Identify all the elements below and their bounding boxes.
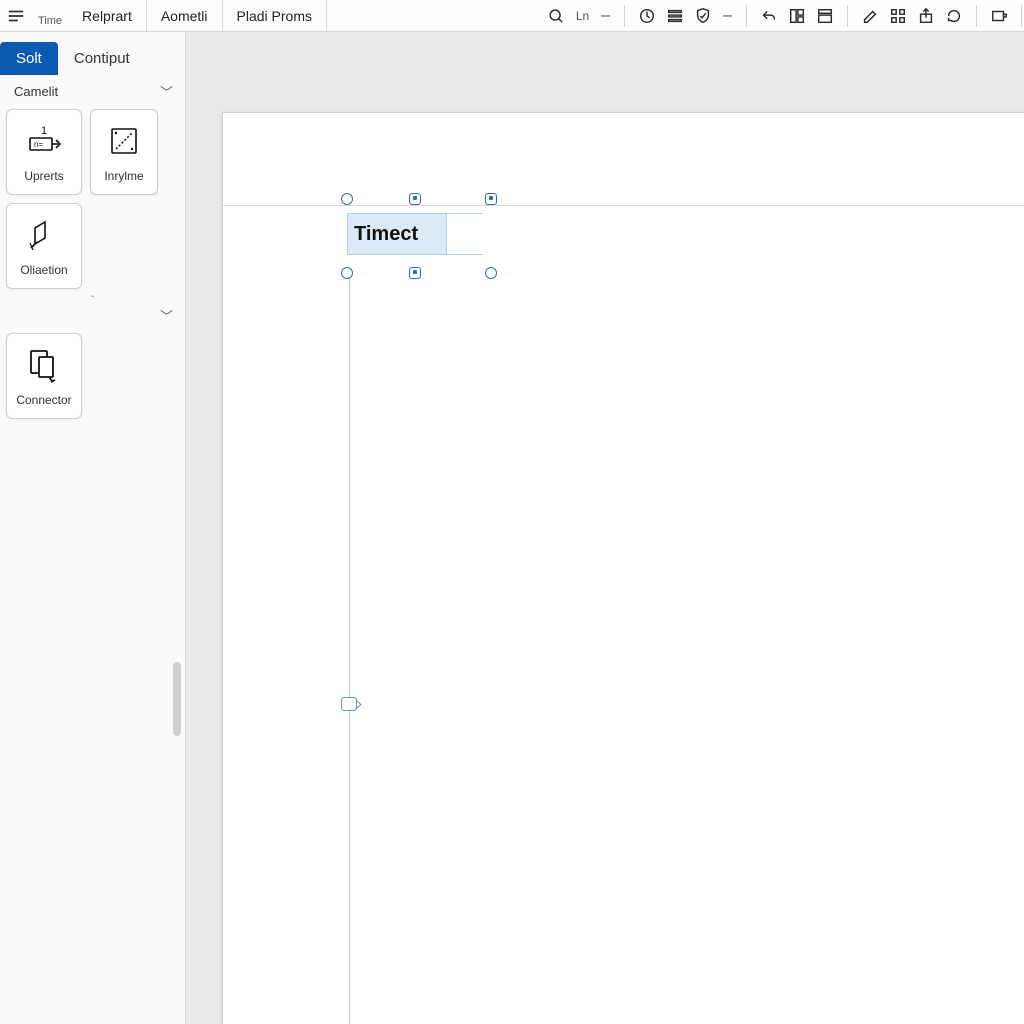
toolbar-dash-2: – — [717, 7, 738, 25]
selection-frame-extension — [447, 213, 483, 255]
connector-midpoint-handle[interactable] — [341, 697, 357, 711]
undo-icon[interactable] — [755, 2, 783, 30]
sidebar-tab-solt[interactable]: Solt — [0, 42, 58, 75]
search-icon[interactable] — [542, 2, 570, 30]
connector-icon — [25, 345, 63, 385]
sidebar-section-2-header[interactable]: ﹀ — [0, 306, 185, 329]
sidebar-section-camelit[interactable]: Camelit ﹀ — [0, 76, 185, 105]
layout-2-icon[interactable] — [811, 2, 839, 30]
menubar: Time Relprart Aometli Pladi Proms Ln – – — [0, 0, 1024, 32]
sidebar: Solt Contiput Camelit ﹀ 1 n= Uprerts — [0, 32, 186, 1024]
edit-icon[interactable] — [856, 2, 884, 30]
menu-item-pladi-proms[interactable]: Pladi Proms — [223, 0, 327, 31]
chevron-down-icon: ﹀ — [160, 306, 173, 325]
canvas-page[interactable]: Timect — [222, 112, 1024, 1024]
tool-label: Uprerts — [22, 169, 65, 183]
sidebar-scrollbar-thumb[interactable] — [173, 662, 181, 736]
section-collapse-carat[interactable]: ˆ — [0, 295, 185, 306]
selected-shape[interactable]: Timect — [339, 199, 491, 273]
toolbar-separator — [847, 5, 848, 27]
toolbar-separator — [746, 5, 747, 27]
align-icon[interactable] — [661, 2, 689, 30]
inrylme-icon — [107, 121, 141, 161]
tool-label: Oliaetion — [18, 263, 69, 277]
menu-item-aometli[interactable]: Aometli — [147, 0, 223, 31]
shape-text[interactable]: Timect — [347, 213, 447, 255]
toolbar-dash-1: – — [595, 7, 616, 25]
toolbar-separator — [624, 5, 625, 27]
toolbar-zoom-text: Ln — [570, 9, 595, 23]
svg-text:1: 1 — [41, 125, 47, 137]
chevron-down-icon: ﹀ — [160, 82, 173, 101]
tool-label: Inrylme — [102, 169, 145, 183]
selection-handle-bm[interactable] — [409, 267, 421, 279]
app-menu-icon[interactable] — [0, 0, 32, 32]
tool-oliaetion[interactable]: Oliaetion — [6, 203, 82, 289]
layout-1-icon[interactable] — [783, 2, 811, 30]
uprerts-icon: 1 n= — [24, 121, 64, 161]
selection-handle-br[interactable] — [485, 267, 497, 279]
tool-label: Connector — [14, 393, 73, 407]
grid-icon[interactable] — [884, 2, 912, 30]
vertical-guide — [349, 273, 350, 1024]
sidebar-section-title: Camelit — [14, 84, 58, 99]
selection-handle-tl[interactable] — [341, 193, 353, 205]
refresh-icon[interactable] — [940, 2, 968, 30]
sidebar-tab-contiput[interactable]: Contiput — [58, 42, 146, 75]
tool-connector[interactable]: Connector — [6, 333, 82, 419]
history-icon[interactable] — [633, 2, 661, 30]
toolbar-separator — [976, 5, 977, 27]
menu-time-label: Time — [32, 15, 68, 31]
canvas-area[interactable]: Timect — [186, 32, 1024, 1024]
selection-handle-tm[interactable] — [409, 193, 421, 205]
more-icon[interactable] — [985, 2, 1013, 30]
toolbar-right: Ln – – — [542, 0, 1024, 31]
selection-handle-tr[interactable] — [485, 193, 497, 205]
tool-uprerts[interactable]: 1 n= Uprerts — [6, 109, 82, 195]
toolbar-separator — [1021, 5, 1022, 27]
menu-item-relprart[interactable]: Relprart — [68, 0, 147, 31]
shield-check-icon[interactable] — [689, 2, 717, 30]
svg-text:n=: n= — [34, 140, 43, 149]
sidebar-tabs: Solt Contiput — [0, 32, 185, 76]
selection-handle-bl[interactable] — [341, 267, 353, 279]
export-icon[interactable] — [912, 2, 940, 30]
oliaetion-icon — [25, 215, 63, 255]
tool-inrylme[interactable]: Inrylme — [90, 109, 158, 195]
